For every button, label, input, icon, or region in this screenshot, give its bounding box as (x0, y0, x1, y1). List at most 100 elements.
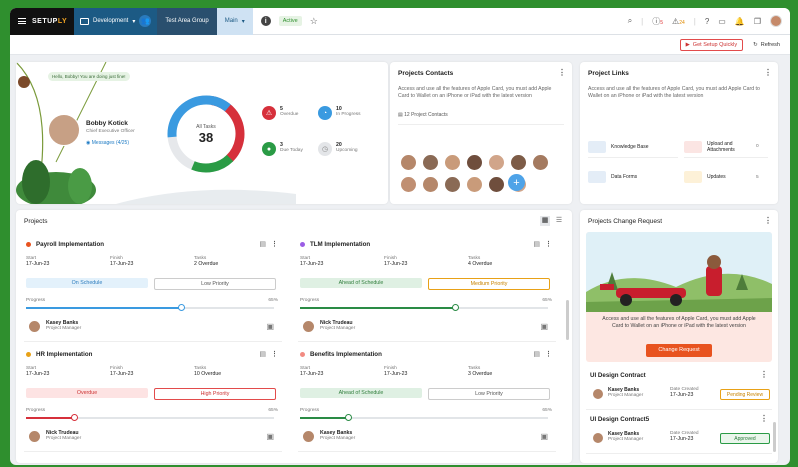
message-icon[interactable]: ▣ (540, 432, 548, 441)
stat-in-progress[interactable]: ◔ 10 In Progress (318, 106, 361, 120)
contact-avatar[interactable] (466, 154, 483, 171)
warning-icon[interactable]: ⚠24 (672, 17, 685, 26)
knowledge-icon (588, 140, 606, 153)
logo[interactable]: SETUPLY (10, 8, 74, 35)
progress-handle[interactable] (452, 304, 459, 311)
requester-avatar[interactable] (592, 388, 604, 400)
link-uploads[interactable]: Upload and Attachments 0 (684, 136, 768, 158)
priority-label: High Priority (200, 391, 230, 397)
priority-label: Low Priority (201, 281, 229, 287)
message-icon[interactable]: ▣ (266, 322, 274, 331)
get-setup-button[interactable]: ▶ Get Setup Quickly (679, 38, 744, 51)
change-item[interactable]: UI Design Contract ⋮ Kasey Banks Project … (586, 370, 772, 410)
scrollbar[interactable] (773, 422, 776, 452)
menu-icon[interactable] (18, 18, 26, 24)
contact-avatar[interactable] (488, 154, 505, 171)
window-icon[interactable]: ❐ (754, 17, 761, 26)
contact-avatar[interactable] (488, 176, 505, 193)
manager-role: Project Manager (46, 326, 82, 331)
chat-icon[interactable]: ▤ (259, 240, 266, 248)
more-icon[interactable]: ⋮ (271, 240, 278, 248)
chat-icon[interactable]: ▭ (718, 17, 726, 26)
chat-icon[interactable]: ▤ (259, 350, 266, 358)
change-item[interactable]: UI Design Contract5 ⋮ Kasey Banks Project… (586, 414, 772, 454)
priority-pill: High Priority (154, 388, 276, 400)
environment-dropdown[interactable]: Development ▾ 👥 (74, 8, 158, 35)
manager-info: Kasey Banks Project Manager (46, 320, 81, 331)
profile-avatar[interactable] (48, 114, 80, 146)
alert-icon[interactable]: ⓘ5 (652, 16, 663, 27)
group-icon[interactable]: 👥 (139, 15, 152, 27)
user-avatar[interactable] (770, 15, 782, 27)
main-dropdown[interactable]: Main ▾ (216, 8, 253, 35)
message-icon[interactable]: ▣ (540, 322, 548, 331)
manager-avatar[interactable] (302, 430, 315, 443)
link-data-forms[interactable]: Data Forms (588, 166, 678, 188)
progress-icon: ◔ (318, 106, 332, 120)
messages-link[interactable]: ◉ Messages (4/25) (86, 140, 135, 146)
stat-upcoming[interactable]: ◷ 20 Upcoming (318, 142, 358, 156)
contact-avatar[interactable] (444, 176, 461, 193)
manager-avatar[interactable] (28, 430, 41, 443)
change-request-button[interactable]: Change Request (646, 344, 712, 357)
contact-avatar[interactable] (510, 154, 527, 171)
message-icon[interactable]: ▣ (266, 432, 274, 441)
stat-overdue[interactable]: ⚠ 5 Overdue (262, 106, 298, 120)
contact-avatar[interactable] (532, 154, 549, 171)
contact-avatar[interactable] (422, 176, 439, 193)
contact-avatar[interactable] (400, 154, 417, 171)
bell-icon[interactable]: 🔔 (735, 17, 745, 26)
info-icon[interactable]: i (260, 16, 271, 26)
requester-avatar[interactable] (592, 432, 604, 444)
more-icon[interactable]: ⋮ (764, 216, 772, 225)
project-card[interactable]: HR Implementation ▤ ⋮ Start 17-Jun-23 Fin… (24, 348, 282, 452)
project-title: Payroll Implementation (36, 241, 105, 248)
contact-avatar[interactable] (400, 176, 417, 193)
chat-icon[interactable]: ▤ (533, 240, 540, 248)
grid-view-icon[interactable]: ▦ (540, 216, 550, 226)
test-area-group[interactable]: Test Area Group (157, 8, 217, 35)
more-icon[interactable]: ⋮ (545, 350, 552, 358)
date-created: Date Created 17-Jun-23 (670, 431, 699, 442)
stat-due-today[interactable]: ● 3 Due Today (262, 142, 303, 156)
project-dot (26, 352, 31, 357)
status-label: Overdue (76, 390, 98, 396)
manager-info: Nick Trudeau Project Manager (46, 430, 81, 441)
chat-icon[interactable]: ▤ (533, 350, 540, 358)
list-view-icon[interactable]: ☰ (554, 216, 564, 226)
progress-handle[interactable] (345, 414, 352, 421)
search-icon[interactable]: ⌕ (628, 16, 632, 26)
project-card[interactable]: Payroll Implementation ▤ ⋮ Start 17-Jun-2… (24, 238, 282, 342)
refresh-button[interactable]: ↻ Refresh (753, 42, 780, 48)
add-contact-button[interactable]: + (508, 174, 525, 191)
contact-avatar[interactable] (466, 176, 483, 193)
scrollbar[interactable] (566, 300, 569, 340)
contact-avatar[interactable] (444, 154, 461, 171)
field-value: 10 Overdue (194, 371, 222, 377)
status-badge: Active (278, 16, 302, 26)
progress-handle[interactable] (71, 414, 78, 421)
contact-avatar[interactable] (422, 154, 439, 171)
more-icon[interactable]: ⋮ (760, 370, 768, 379)
progress-handle[interactable] (178, 304, 185, 311)
more-icon[interactable]: ⋮ (764, 68, 772, 77)
link-knowledge-base[interactable]: Knowledge Base (588, 136, 678, 158)
manager-avatar[interactable] (28, 320, 41, 333)
star-icon[interactable]: ☆ (310, 16, 318, 27)
more-icon[interactable]: ⋮ (271, 350, 278, 358)
project-card[interactable]: Benefits Implementation ▤ ⋮ Start 17-Jun-… (298, 348, 556, 452)
refresh-icon: ↻ (753, 41, 758, 48)
project-card[interactable]: TLM Implementation ▤ ⋮ Start 17-Jun-23 Fi… (298, 238, 556, 342)
link-updates[interactable]: Updates 5 (684, 166, 768, 188)
alert-count: 5 (660, 19, 664, 26)
more-icon[interactable]: ⋮ (558, 68, 566, 77)
manager-avatar[interactable] (302, 320, 315, 333)
progress-value: 65% (268, 298, 278, 303)
link-label: Data Forms (611, 174, 638, 180)
help-icon[interactable]: ? (705, 17, 709, 26)
more-icon[interactable]: ⋮ (545, 240, 552, 248)
requester-info: Kasey Banks Project Manager (608, 387, 643, 398)
stat-label: Overdue (280, 112, 299, 117)
more-icon[interactable]: ⋮ (760, 414, 768, 423)
stat-label: Upcoming (336, 148, 358, 153)
